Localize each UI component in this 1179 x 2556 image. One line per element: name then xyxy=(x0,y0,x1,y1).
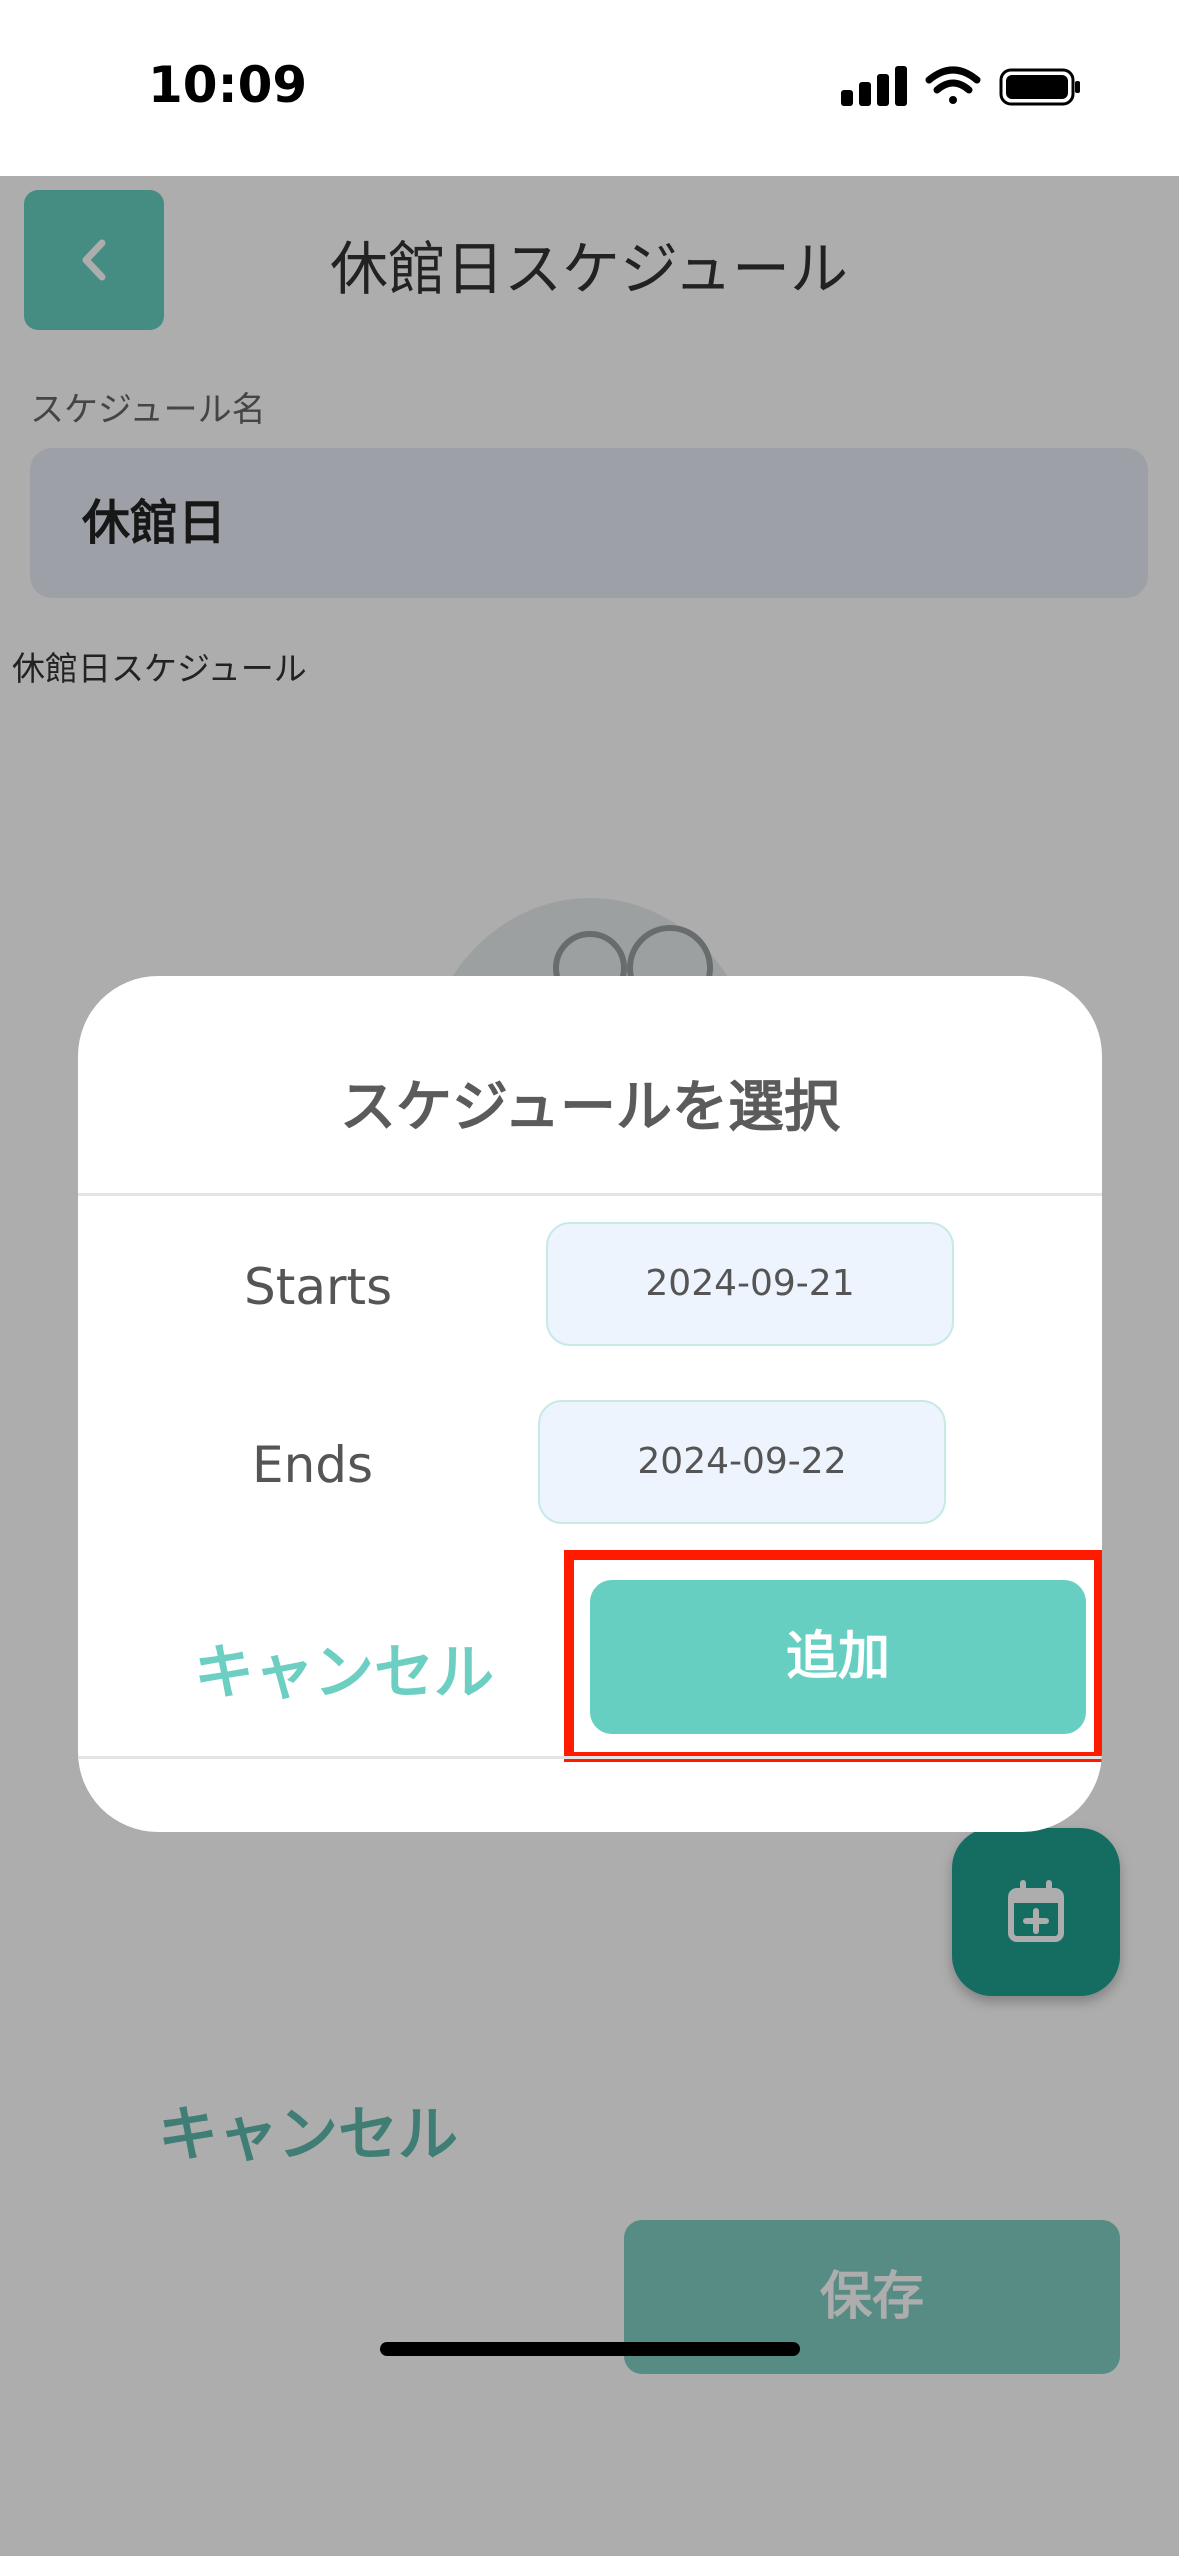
schedule-picker-dialog: スケジュールを選択 Starts 2024-09-21 Ends 2024-09… xyxy=(78,976,1102,1832)
dialog-title: スケジュールを選択 xyxy=(339,1075,841,1140)
status-time: 10:09 xyxy=(148,56,308,114)
status-bar: 10:09 xyxy=(0,0,1179,176)
signal-icon xyxy=(841,66,907,106)
battery-icon xyxy=(999,68,1080,106)
add-button[interactable]: 追加 xyxy=(590,1580,1086,1734)
wifi-icon xyxy=(925,66,981,104)
end-date-input[interactable]: 2024-09-22 xyxy=(538,1400,946,1524)
divider xyxy=(78,1756,1102,1759)
home-indicator[interactable] xyxy=(380,2342,800,2356)
status-icons xyxy=(841,66,1080,106)
divider xyxy=(78,1193,1102,1196)
dialog-cancel-button[interactable]: キャンセル xyxy=(194,1624,494,1711)
start-date-input[interactable]: 2024-09-21 xyxy=(546,1222,954,1346)
ends-label: Ends xyxy=(252,1436,374,1494)
starts-label: Starts xyxy=(244,1258,393,1316)
